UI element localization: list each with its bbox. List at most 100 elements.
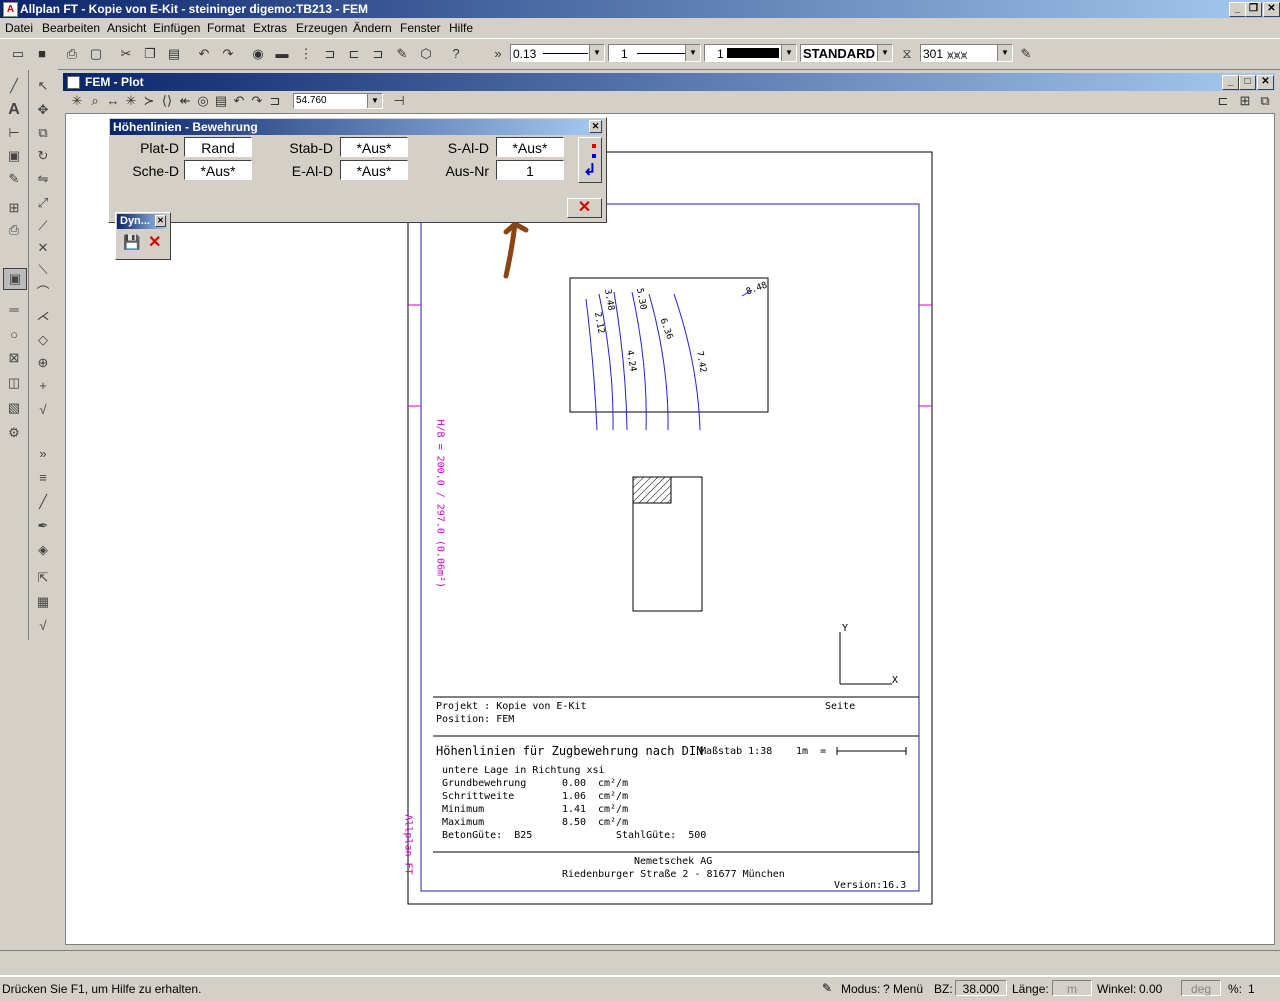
split-icon[interactable]: ⧉ (1255, 91, 1275, 111)
chevron-down-icon[interactable]: ▼ (367, 94, 382, 108)
child-minimize-button[interactable]: _ (1222, 75, 1239, 90)
chevron-down-icon[interactable]: ▼ (781, 45, 796, 61)
menu-aendern[interactable]: Ändern (353, 21, 392, 35)
bz-field[interactable]: 38.000 (955, 980, 1007, 996)
menu-format[interactable]: Format (207, 21, 245, 35)
rotate-tool-icon[interactable]: ↻ (32, 146, 54, 166)
window-layout-icon[interactable]: ⊏ (1213, 91, 1233, 111)
zoom-combo[interactable]: 54.760 ▼ (293, 93, 383, 109)
snap-icon[interactable]: ✳ (67, 91, 87, 111)
paste-icon[interactable]: ▤ (164, 44, 184, 64)
folder2-icon[interactable]: ⊐ (368, 44, 388, 64)
sche-field[interactable]: *Aus* (184, 160, 252, 180)
undo-icon[interactable]: ↶ (194, 44, 214, 64)
dyn-close-button[interactable]: ✕ (155, 215, 166, 227)
refresh-view-icon[interactable]: ✳ (121, 91, 141, 111)
layer-tool-icon[interactable]: ◫ (3, 373, 25, 393)
cancel-button[interactable]: ✕ (567, 198, 602, 218)
trim-tool-icon[interactable]: ⟋ (32, 216, 54, 236)
child-maximize-button[interactable]: □ (1239, 75, 1256, 90)
lines-tool-icon[interactable]: ≡ (32, 468, 54, 488)
rect-tool-icon[interactable]: ▣ (3, 146, 25, 166)
save-icon[interactable]: ■ (32, 44, 52, 64)
stair-tool-icon[interactable]: ⊞ (3, 198, 25, 218)
drawing-canvas[interactable]: 2.12 3.48 4.24 5.30 6.36 7.42 8.48 H/B =… (65, 113, 1275, 945)
join-tool-icon[interactable]: ⊕ (32, 353, 54, 373)
color-combo[interactable]: 1 ▼ (704, 44, 797, 62)
open-folder-icon[interactable]: ⊐ (320, 44, 340, 64)
more-tools-icon[interactable]: » (32, 444, 54, 464)
child-close-button[interactable]: ✕ (1257, 75, 1274, 90)
line-tool-icon[interactable]: ╱ (3, 76, 25, 96)
redo-view-icon[interactable]: ↷ (247, 91, 267, 111)
close-button[interactable]: ✕ (1263, 2, 1280, 17)
view-icon[interactable]: ◎ (193, 91, 213, 111)
chevron-down-icon[interactable]: ▼ (589, 45, 604, 61)
globe-icon[interactable]: ◉ (248, 44, 268, 64)
menu-hilfe[interactable]: Hilfe (449, 21, 473, 35)
fillet-tool-icon[interactable]: ⌒ (32, 283, 54, 303)
pencil-icon[interactable]: ✎ (392, 44, 412, 64)
dyn-cancel-icon[interactable]: ✕ (148, 232, 161, 252)
chevron-down-icon[interactable]: ▼ (685, 45, 700, 61)
chevron-down-icon[interactable]: ▼ (997, 45, 1012, 61)
folder-icon[interactable]: ⊏ (344, 44, 364, 64)
pin-icon[interactable]: ⊣ (389, 91, 409, 111)
pan-icon[interactable]: ↔ (103, 91, 123, 111)
diagonal-tool-icon[interactable]: ╱ (32, 492, 54, 512)
settings-tool-icon[interactable]: ⚙ (3, 423, 25, 443)
eal-field[interactable]: *Aus* (340, 160, 408, 180)
circle-tool-icon[interactable]: ○ (3, 325, 25, 345)
move-tool-icon[interactable]: ✥ (32, 100, 54, 120)
prev-view-icon[interactable]: ↞ (175, 91, 195, 111)
pen-tool-icon[interactable]: ✒ (32, 516, 54, 536)
menu-fenster[interactable]: Fenster (400, 21, 441, 35)
active-tool-icon[interactable]: ▣ (3, 268, 27, 290)
layer-combo[interactable]: STANDARD ▼ (800, 44, 893, 62)
chevron-down-icon[interactable]: ▼ (877, 45, 892, 61)
brush-icon[interactable]: ✎ (1016, 44, 1036, 64)
line-combo[interactable]: 1 ▼ (608, 44, 701, 62)
table-tool-icon[interactable]: ▦ (32, 592, 54, 612)
command-line[interactable] (0, 950, 1280, 976)
menu-ansicht[interactable]: Ansicht (107, 21, 146, 35)
dimension-tool-icon[interactable]: ⊢ (3, 123, 25, 143)
hatch-toggle-icon[interactable]: ⧖ (897, 44, 917, 64)
sal-field[interactable]: *Aus* (496, 137, 564, 157)
enter-button[interactable]: ↲ (578, 137, 602, 183)
region-tool-icon[interactable]: ⊠ (3, 348, 25, 368)
arrow-tool-icon[interactable]: ↖ (32, 76, 54, 96)
redo-icon[interactable]: ↷ (218, 44, 238, 64)
eraser-tool-icon[interactable]: ◇ (32, 330, 54, 350)
folder-view-icon[interactable]: ⊐ (265, 91, 285, 111)
pen-combo[interactable]: 0.13 ▼ (510, 44, 605, 62)
restore-button[interactable]: ❐ (1245, 2, 1262, 17)
zoom-in-icon[interactable]: ⟨⟩ (157, 91, 177, 111)
menu-bearbeiten[interactable]: Bearbeiten (42, 21, 100, 35)
delete-tool-icon[interactable]: ✕ (32, 238, 54, 258)
chevron-icon[interactable]: » (488, 44, 508, 64)
render-icon[interactable]: ▤ (211, 91, 231, 111)
undo-view-icon[interactable]: ↶ (229, 91, 249, 111)
preview-icon[interactable]: ▢ (86, 44, 106, 64)
app-icon[interactable]: A (3, 2, 18, 17)
plat-field[interactable]: Rand (184, 137, 252, 157)
paint-tool-icon[interactable]: ▧ (3, 398, 25, 418)
menu-datei[interactable]: Datei (5, 21, 33, 35)
cube-icon[interactable]: ⬡ (416, 44, 436, 64)
shape-tool-icon[interactable]: ◈ (32, 540, 54, 560)
window-icon[interactable] (67, 76, 80, 89)
select-tool-icon[interactable]: ⇱ (32, 568, 54, 588)
dots-icon[interactable]: ⋮ (296, 44, 316, 64)
dialog-close-button[interactable]: ✕ (589, 120, 602, 133)
grid-icon[interactable]: ⊞ (1235, 91, 1255, 111)
print-tool-icon[interactable]: ⎙ (3, 220, 25, 240)
help-pointer-icon[interactable]: ? (446, 44, 466, 64)
zoom-out-icon[interactable]: ≻ (139, 91, 159, 111)
cut-icon[interactable]: ✂ (116, 44, 136, 64)
zoom-icon[interactable]: ⌕ (85, 91, 105, 111)
hatch-combo[interactable]: 301 ⩙⩙⩙ ▼ (920, 44, 1013, 62)
stab-field[interactable]: *Aus* (340, 137, 408, 157)
plus-tool-icon[interactable]: + (32, 376, 54, 396)
copy-tool-icon[interactable]: ⧉ (32, 123, 54, 143)
